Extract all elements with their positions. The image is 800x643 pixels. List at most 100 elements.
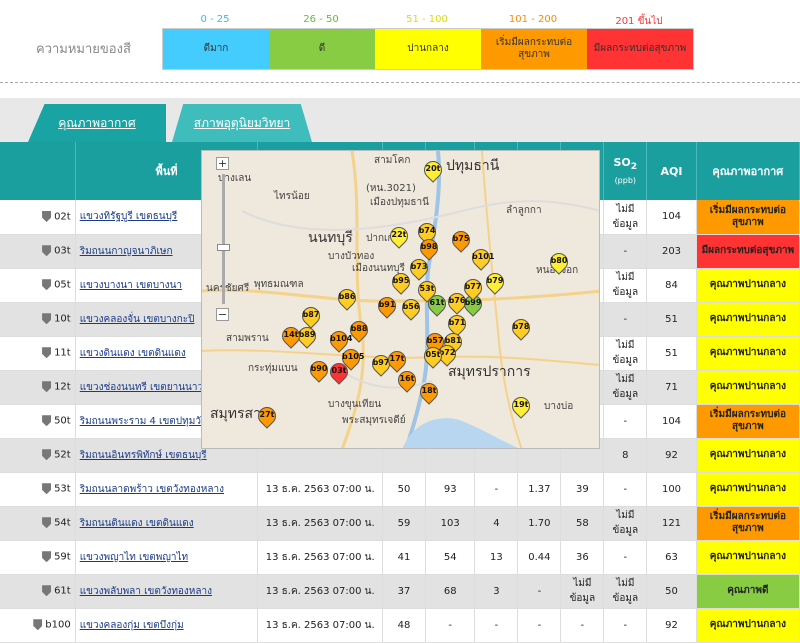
quality-badge: คุณภาพปานกลาง [696,370,800,405]
quality-badge: คุณภาพปานกลาง [696,540,800,575]
area-link[interactable]: แขวงพลับพลา เขตวังทองหลาง [80,586,212,597]
station-id-cell: 53t [0,472,76,507]
station-id: 03t [54,245,71,257]
legend-box-4: มีผลกระทบต่อสุขภาพ [587,29,693,69]
time-cell: 13 ธ.ค. 2563 07:00 น. [257,506,384,541]
value-c5: 36 [560,540,605,575]
station-icon [42,585,52,597]
map-marker-20t[interactable]: 20t [420,157,446,183]
tab-air-quality[interactable]: คุณภาพอากาศ [28,104,166,142]
area-link[interactable]: ริมถนนดินแดง เขตดินแดง [80,518,194,529]
zoom-out-button[interactable]: − [216,308,229,321]
value-aqi: 71 [646,370,697,405]
quality-badge: คุณภาพดี [696,574,800,609]
area-link[interactable]: แขวงพญาไท เขตพญาไท [80,552,188,563]
header-so2: SO2 (ppb) [603,142,648,200]
map-marker-27t[interactable]: 27t [254,403,280,429]
map-marker-22t[interactable]: 22t [386,223,412,249]
map-marker-b86[interactable]: b86 [334,285,360,311]
zoom-slider[interactable] [216,174,230,304]
value-aqi: 50 [646,574,697,609]
value-so2: - [603,540,648,575]
area-link[interactable]: แขวงคลองกุ่ม เขตบึงกุ่ม [80,620,184,631]
map-marker-b80[interactable]: b80 [546,249,572,275]
marker-label: 05t [425,350,441,359]
map-marker-19t[interactable]: 19t [508,393,534,419]
station-id-cell: 59t [0,540,76,575]
station-icon [42,551,52,563]
value-c5: - [560,608,605,643]
area-link[interactable]: แขวงคลองจั่น เขตบางกะปิ [80,314,195,325]
area-cell: แขวงพลับพลา เขตวังทองหลาง [75,574,259,609]
marker-label: b105 [342,352,365,361]
value-c1: 59 [382,506,426,541]
area-link[interactable]: แขวงดินแดง เขตดินแดง [80,348,186,359]
table-row: 61t แขวงพลับพลา เขตวังทองหลาง 13 ธ.ค. 2563… [0,574,800,609]
station-id-cell: 54t [0,506,76,541]
value-c1: 48 [382,608,426,643]
map-marker-b101[interactable]: b101 [468,245,494,271]
map-marker-b89[interactable]: b89 [294,323,320,349]
quality-badge: คุณภาพปานกลาง [696,268,800,303]
map-marker-b77[interactable]: b77 [460,275,486,301]
map-marker-b56[interactable]: b56 [398,295,424,321]
area-link[interactable]: แขวงบางนา เขตบางนา [80,280,182,291]
station-id-cell: 05t [0,268,76,303]
value-so2: - [603,234,648,269]
value-c2: 54 [425,540,476,575]
area-link[interactable]: แขวงทิรัฐบูรี เขตธนบุรี [80,211,178,222]
station-icon [42,211,52,222]
map-marker-61t[interactable]: 61t [424,291,450,317]
area-link[interactable]: แขวงช่องนนทรี เขตยานนาวา [80,382,209,393]
station-map[interactable]: สามโคก ปทุมธานี บางเลน (หน.3021) ไทรน้อย เมือ… [201,150,600,449]
table-row: 54t ริมถนนดินแดง เขตดินแดง 13 ธ.ค. 2563 07… [0,506,800,541]
marker-label: 19t [513,400,529,409]
map-marker-b90[interactable]: b90 [306,357,332,383]
map-marker-03t[interactable]: 03t [326,359,352,385]
time-cell: 13 ธ.ค. 2563 07:00 น. [257,472,384,507]
marker-label: b86 [338,292,356,301]
map-marker-16t[interactable]: 16t [394,367,420,393]
map-marker-b73[interactable]: b73 [406,255,432,281]
map-marker-b78[interactable]: b78 [508,315,534,341]
area-link[interactable]: ริมถนนกาญจนาภิเษก [80,246,173,257]
marker-label: b104 [330,334,353,343]
quality-badge: คุณภาพปานกลาง [696,472,800,507]
value-c5: 39 [560,472,605,507]
tab-weather[interactable]: สภาพอุตุนิยมวิทยา [172,104,312,142]
map-marker-b95[interactable]: b95 [388,269,414,295]
map-marker-b88[interactable]: b88 [346,317,372,343]
value-so2: ไม่มีข้อมูล [603,370,648,405]
station-icon [42,347,52,359]
marker-label: b78 [512,322,530,331]
value-c1: 50 [382,472,426,507]
zoom-control[interactable]: + − [216,157,230,327]
station-id: 59t [54,551,71,563]
value-c3: - [474,608,519,643]
map-place-label: สามโคก [374,155,411,166]
marker-label: b88 [350,324,368,333]
area-link[interactable]: ริมถนนอินทรพิทักษ์ เขตธนบุรี [80,450,207,461]
map-marker-18t[interactable]: 18t [416,379,442,405]
value-so2: - [603,608,648,643]
area-link[interactable]: ริมถนนพระราม 4 เขตปทุมวัน [80,416,208,427]
map-place-label: นนทบุรี [308,230,353,246]
legend-title: ความหมายของสี [36,42,131,57]
marker-label: 22t [391,230,407,239]
map-marker-b75[interactable]: b75 [448,227,474,253]
zoom-in-button[interactable]: + [216,157,229,170]
map-marker-14t[interactable]: 14t [278,323,304,349]
map-marker-b91[interactable]: b91 [374,293,400,319]
quality-badge: คุณภาพปานกลาง [696,608,800,643]
color-legend: ความหมายของสี 0 - 25 26 - 50 51 - 100 10… [0,0,800,82]
quality-badge: เริ่มมีผลกระทบต่อสุขภาพ [696,200,800,235]
map-marker-05t[interactable]: 05t [420,343,446,369]
table-row: 59t แขวงพญาไท เขตพญาไท 13 ธ.ค. 2563 07:00 … [0,540,800,575]
area-cell: ริมถนนลาดพร้าว เขตวังทองหลาง [75,472,259,507]
zoom-slider-knob[interactable] [216,244,230,251]
map-marker-b79[interactable]: b79 [482,269,508,295]
area-cell: ริมถนนดินแดง เขตดินแดง [75,506,259,541]
map-marker-17t[interactable]: 17t [384,347,410,373]
map-marker-b98[interactable]: b98 [416,235,442,261]
area-link[interactable]: ริมถนนลาดพร้าว เขตวังทองหลาง [80,484,224,495]
